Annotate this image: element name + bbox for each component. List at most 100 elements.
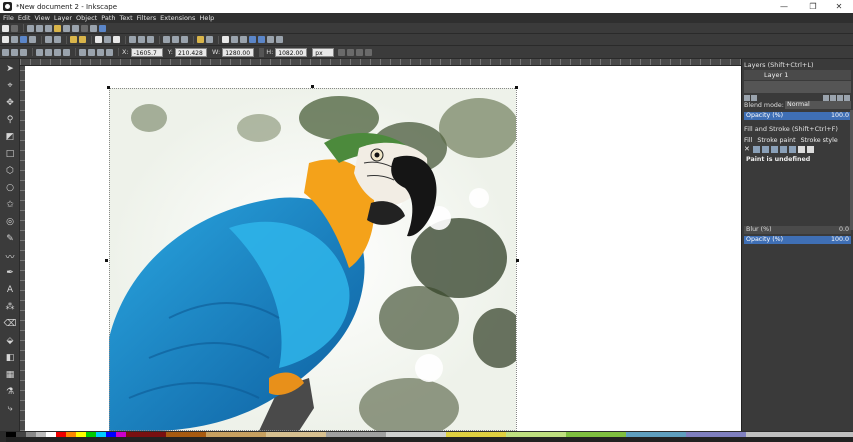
radial-gradient-icon[interactable] <box>770 145 778 153</box>
selector-tool-icon[interactable]: ➤ <box>4 63 16 75</box>
open-icon[interactable] <box>11 36 18 43</box>
swatch-icon[interactable] <box>797 145 805 153</box>
deselect-icon[interactable] <box>20 48 27 56</box>
flip-horizontal-icon[interactable] <box>54 48 61 56</box>
menu-text[interactable]: Text <box>120 14 133 22</box>
dropper-tool-icon[interactable]: ⚗ <box>4 386 16 398</box>
clone-icon[interactable] <box>172 36 179 43</box>
snap-nodes-icon[interactable] <box>36 24 43 32</box>
width-input[interactable]: 1280.00 <box>222 47 255 57</box>
menu-extensions[interactable]: Extensions <box>160 14 195 22</box>
lower-to-bottom-icon[interactable] <box>106 48 113 56</box>
export-icon[interactable] <box>54 36 61 43</box>
linear-gradient-icon[interactable] <box>761 145 769 153</box>
menu-view[interactable]: View <box>34 14 49 22</box>
box-3d-tool-icon[interactable]: ⬡ <box>4 165 16 177</box>
document-properties-icon[interactable] <box>267 36 274 43</box>
tweak-tool-icon[interactable]: ✥ <box>4 97 16 109</box>
blur-slider[interactable]: Blur (%) 0.0 <box>744 226 851 234</box>
text-font-icon[interactable] <box>231 36 238 43</box>
undo-icon[interactable] <box>70 36 77 43</box>
pattern-icon[interactable] <box>788 145 796 153</box>
scale-handle-w[interactable] <box>105 259 108 262</box>
snap-path-icon[interactable] <box>54 24 61 32</box>
tab-fill[interactable]: Fill <box>744 137 752 144</box>
pen-tool-icon[interactable]: 〰 <box>4 250 16 263</box>
height-input[interactable]: 1082.00 <box>275 47 308 57</box>
x-input[interactable]: -1605.7 <box>130 47 163 57</box>
new-document-icon[interactable] <box>2 36 9 43</box>
print-icon[interactable] <box>29 36 36 43</box>
mesh-gradient-icon[interactable] <box>779 145 787 153</box>
snap-guide-icon[interactable] <box>81 24 88 32</box>
zoom-drawing-icon[interactable] <box>138 36 145 43</box>
restore-button[interactable]: ❐ <box>803 0 823 13</box>
menu-help[interactable]: Help <box>199 14 214 22</box>
snap-page-icon[interactable] <box>72 24 79 32</box>
add-layer-icon[interactable] <box>744 95 750 101</box>
duplicate-icon[interactable] <box>163 36 170 43</box>
snap-center-icon[interactable] <box>63 24 70 32</box>
scale-stroke-icon[interactable] <box>338 48 346 56</box>
drawing-canvas[interactable] <box>25 66 741 431</box>
lower-icon[interactable] <box>97 48 104 56</box>
rectangle-tool-icon[interactable]: □ <box>4 148 16 160</box>
move-patterns-icon[interactable] <box>365 48 373 56</box>
snap-toggle-icon[interactable] <box>2 24 9 32</box>
zoom-selection-icon[interactable] <box>129 36 136 43</box>
scale-handle-ne[interactable] <box>515 86 518 89</box>
blend-mode-select[interactable]: Normal <box>785 101 851 109</box>
raise-icon[interactable] <box>88 48 95 56</box>
no-paint-icon[interactable]: ✕ <box>744 145 750 153</box>
flat-color-icon[interactable] <box>752 145 760 153</box>
snap-bbox-icon[interactable] <box>27 24 34 32</box>
eraser-tool-icon[interactable]: ⌫ <box>4 318 17 330</box>
connector-tool-icon[interactable]: ⤷ <box>4 403 16 415</box>
mesh-tool-icon[interactable]: ▦ <box>4 369 16 381</box>
gradient-tool-icon[interactable]: ◧ <box>4 352 16 364</box>
node-tool-icon[interactable]: ⌖ <box>4 80 16 92</box>
snap-midpoint-icon[interactable] <box>45 24 52 32</box>
unit-select[interactable]: px <box>312 47 335 57</box>
measure-tool-icon[interactable]: ◩ <box>4 131 16 143</box>
layer-name[interactable]: Layer 1 <box>764 71 788 79</box>
palette-scrollbar[interactable] <box>6 437 853 442</box>
bucket-fill-tool-icon[interactable]: ⬙ <box>4 335 16 347</box>
star-tool-icon[interactable]: ✩ <box>4 199 16 211</box>
preferences-icon[interactable] <box>276 36 283 43</box>
scale-corners-icon[interactable] <box>347 48 355 56</box>
select-all-icon[interactable] <box>2 48 9 56</box>
rotate-ccw-icon[interactable] <box>36 48 43 56</box>
menu-path[interactable]: Path <box>101 14 115 22</box>
scale-handle-nw[interactable] <box>107 86 110 89</box>
redo-icon[interactable] <box>79 36 86 43</box>
layer-opacity-slider[interactable]: Opacity (%) 100.0 <box>744 112 851 120</box>
menu-layer[interactable]: Layer <box>54 14 72 22</box>
ungroup-icon[interactable] <box>206 36 213 43</box>
y-input[interactable]: 210.428 <box>174 47 207 57</box>
flip-vertical-icon[interactable] <box>63 48 70 56</box>
fill-stroke-panel-title[interactable]: Fill and Stroke (Shift+Ctrl+F) <box>744 125 838 133</box>
scale-handle-e[interactable] <box>516 259 519 262</box>
xml-editor-icon[interactable] <box>240 36 247 43</box>
pencil-tool-icon[interactable]: ✎ <box>4 233 16 245</box>
menu-file[interactable]: File <box>3 14 14 22</box>
select-all-layers-icon[interactable] <box>11 48 18 56</box>
tab-stroke-style[interactable]: Stroke style <box>801 137 838 144</box>
remove-layer-icon[interactable] <box>751 95 757 101</box>
layers-icon[interactable] <box>258 36 265 43</box>
close-button[interactable]: ✕ <box>829 0 849 13</box>
snap-grid-icon[interactable] <box>90 24 97 32</box>
menu-edit[interactable]: Edit <box>18 14 31 22</box>
minimize-button[interactable]: — <box>774 0 794 13</box>
ellipse-tool-icon[interactable]: ○ <box>4 182 16 194</box>
object-opacity-slider[interactable]: Opacity (%) 100.0 <box>744 236 851 244</box>
layer-list[interactable] <box>744 81 851 93</box>
menu-object[interactable]: Object <box>76 14 97 22</box>
zoom-page-icon[interactable] <box>147 36 154 43</box>
fill-stroke-icon[interactable] <box>222 36 229 43</box>
lock-proportions-icon[interactable] <box>259 47 265 57</box>
layer-row[interactable]: Layer 1 <box>744 70 851 80</box>
menu-filters[interactable]: Filters <box>137 14 156 22</box>
unlink-clone-icon[interactable] <box>181 36 188 43</box>
